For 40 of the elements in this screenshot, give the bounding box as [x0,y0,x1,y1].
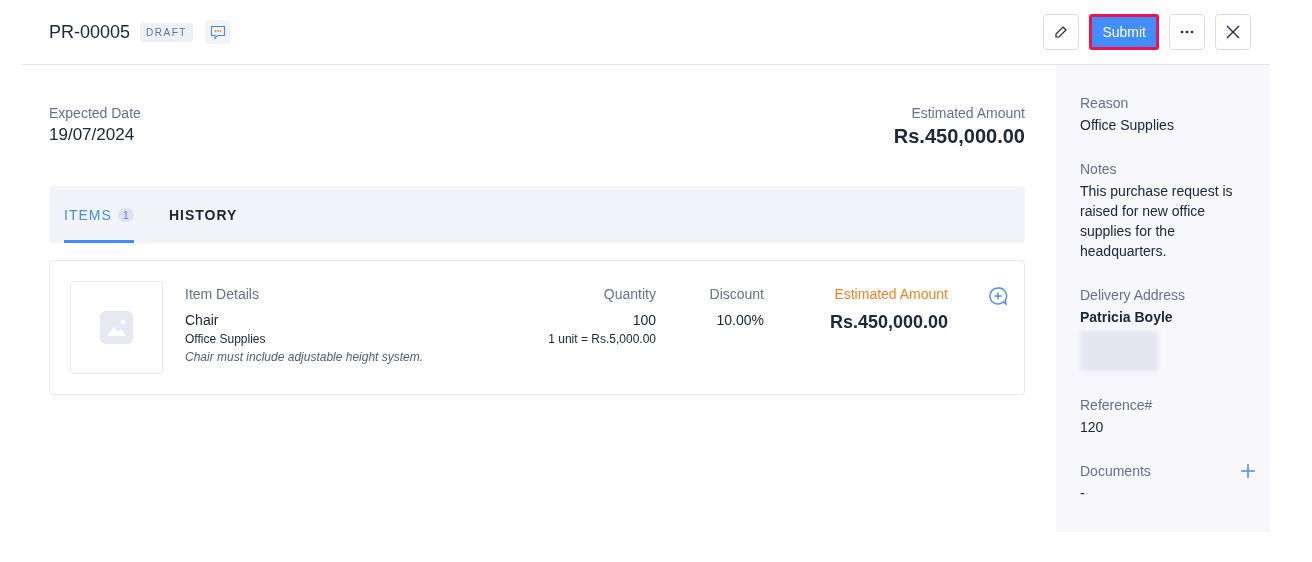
item-category: Office Supplies [185,332,267,346]
item-name: Chair [185,312,220,328]
column-header: Estimated Amount [834,286,948,302]
field-value: 120 [1080,418,1105,437]
tab[interactable]: ITEMS 1 [64,186,134,243]
unit-price: 1 unit = Rs.5,000.00 [548,332,656,346]
tab[interactable]: HISTORY [168,186,238,243]
submit-button[interactable]: Submit [1089,14,1159,50]
field-value: - [1080,484,1086,503]
more-icon [1180,30,1194,34]
pencil-icon [1054,25,1069,39]
item-description: Chair must include adjustable height system. [185,350,425,364]
comments-button[interactable] [204,20,231,44]
expected-date: 19/07/2024 [49,125,135,145]
item-amount: Rs.450,000.00 [829,312,948,333]
status-badge: DRAFT [140,22,193,42]
edit-button[interactable] [1043,14,1080,50]
field-label: Delivery Address [1080,287,1187,303]
estimated-amount: Rs.450,000.00 [893,125,1025,148]
column-header: Discount [709,286,764,302]
add-comment-button[interactable] [988,286,1008,306]
field-label: Reference# [1080,397,1154,413]
discount: 10.00% [716,312,764,328]
chat-icon [209,24,226,40]
field-label: Documents [1080,463,1151,479]
amount-label: Estimated Amount [911,105,1025,121]
column-header: Quantity [603,286,656,302]
field-label: Reason [1080,95,1130,111]
field-value: This purchase request is raised for new office supplies for the headquarters. [1080,182,1234,261]
add-icon[interactable] [1240,463,1256,479]
field-value: Patricia Boyle [1080,308,1174,327]
page-title: PR-00005 [49,21,131,43]
close-icon [1226,25,1240,39]
count-badge: 1 [117,207,134,222]
field-label: Notes [1080,161,1118,177]
column-header: Item Details [185,286,260,302]
date-label: Expected Date [49,105,141,121]
quantity: 100 [632,312,656,328]
field-value: Office Supplies [1080,116,1175,135]
close-button[interactable] [1215,14,1251,50]
